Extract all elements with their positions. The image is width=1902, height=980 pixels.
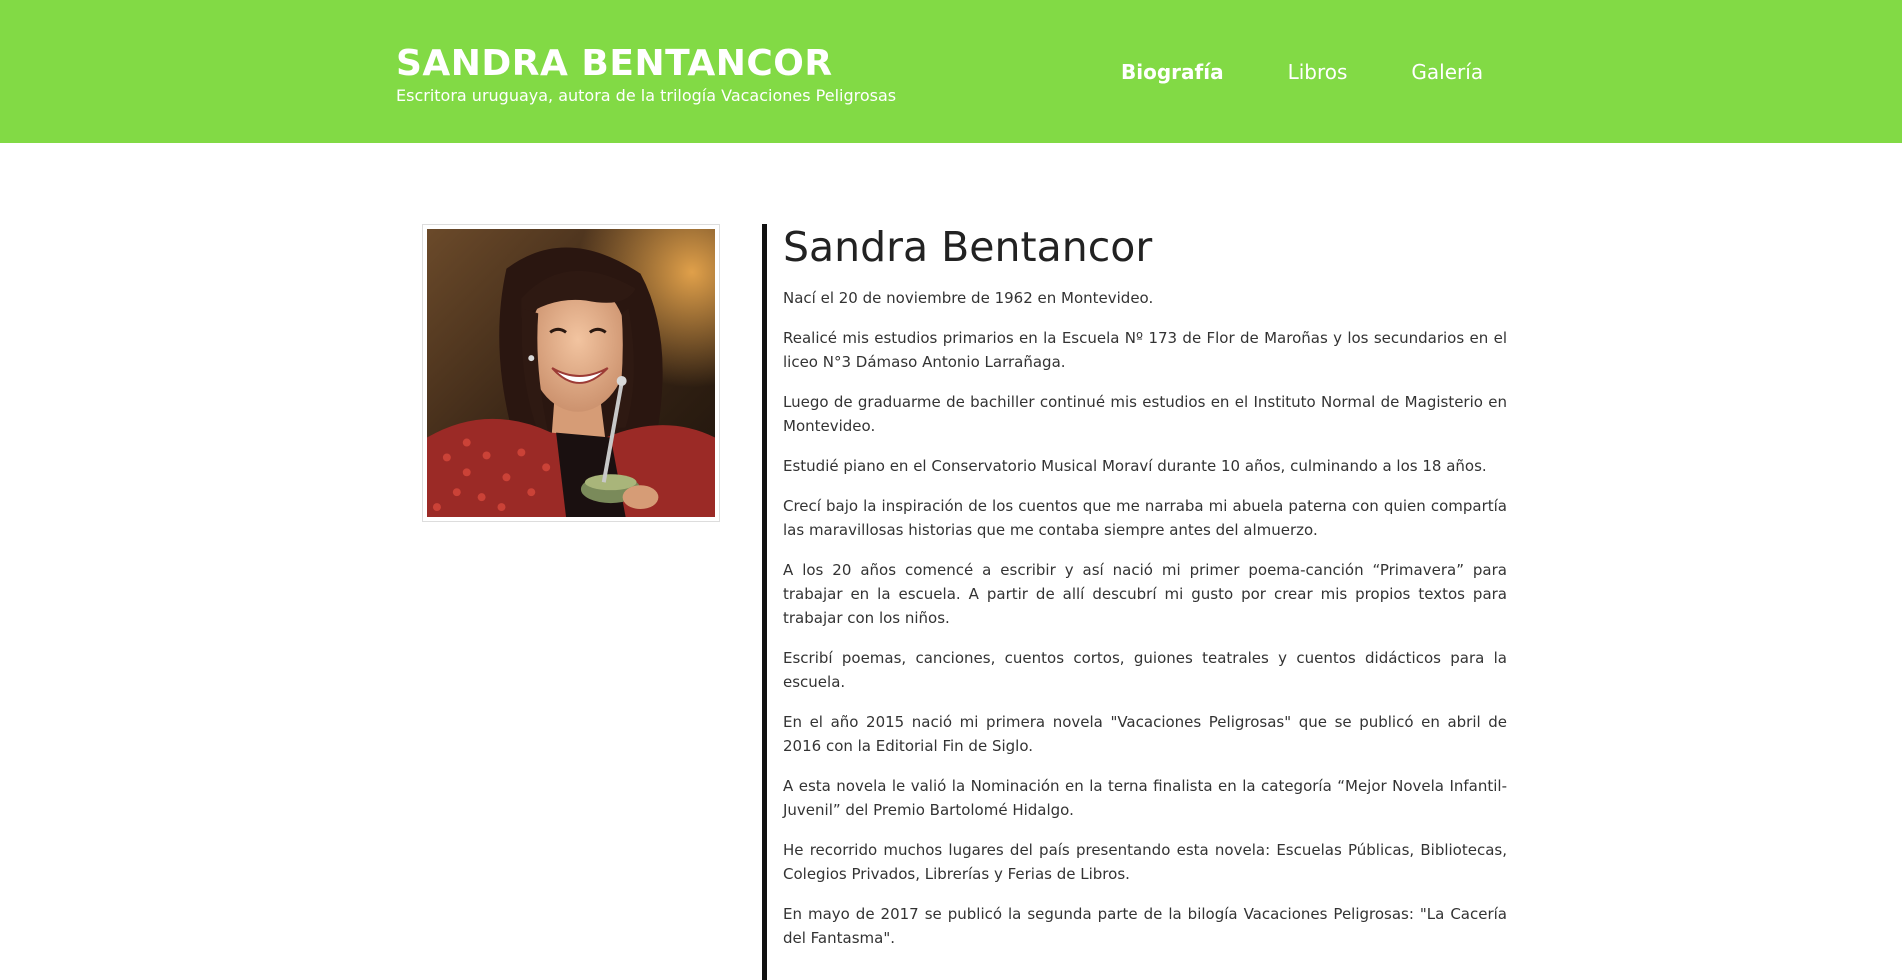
nav-item-libros[interactable]: Libros [1288,58,1348,86]
site-header: SANDRA BENTANCOR Escritora uruguaya, aut… [0,0,1902,143]
bio-heading: Sandra Bentancor [783,223,1153,271]
bio-paragraph: Estudié piano en el Conservatorio Musica… [783,457,1487,475]
nav-item-biografia[interactable]: Biografía [1121,58,1224,86]
bio-paragraph: Realicé mis estudios primarios en la Esc… [783,329,1507,371]
bio-paragraph: Luego de graduarme de bachiller continué… [783,393,1507,435]
site-title[interactable]: SANDRA BENTANCOR [396,42,896,86]
author-photo [427,229,715,517]
bio-paragraph: En el año 2015 nació mi primera novela "… [783,713,1507,755]
bio-paragraph: He recorrido muchos lugares del país pre… [783,841,1507,883]
bio-section: Sandra Bentancor Nací el 20 de noviembre… [783,220,1507,966]
bio-paragraph: En mayo de 2017 se publicó la segunda pa… [783,905,1507,947]
bio-paragraph: A los 20 años comencé a escribir y así n… [783,561,1507,627]
nav-item-galeria[interactable]: Galería [1411,58,1483,86]
main-nav: Biografía Libros Galería [1121,58,1483,86]
content-divider [762,224,767,980]
bio-paragraph: Crecí bajo la inspiración de los cuentos… [783,497,1507,539]
bio-paragraph: Escribí poemas, canciones, cuentos corto… [783,649,1507,691]
site-brand: SANDRA BENTANCOR Escritora uruguaya, aut… [396,42,896,106]
site-subtitle: Escritora uruguaya, autora de la trilogí… [396,86,897,105]
author-photo-frame [422,224,720,522]
bio-paragraph: A esta novela le valió la Nominación en … [783,777,1507,819]
bio-paragraph: Nací el 20 de noviembre de 1962 en Monte… [783,289,1154,307]
